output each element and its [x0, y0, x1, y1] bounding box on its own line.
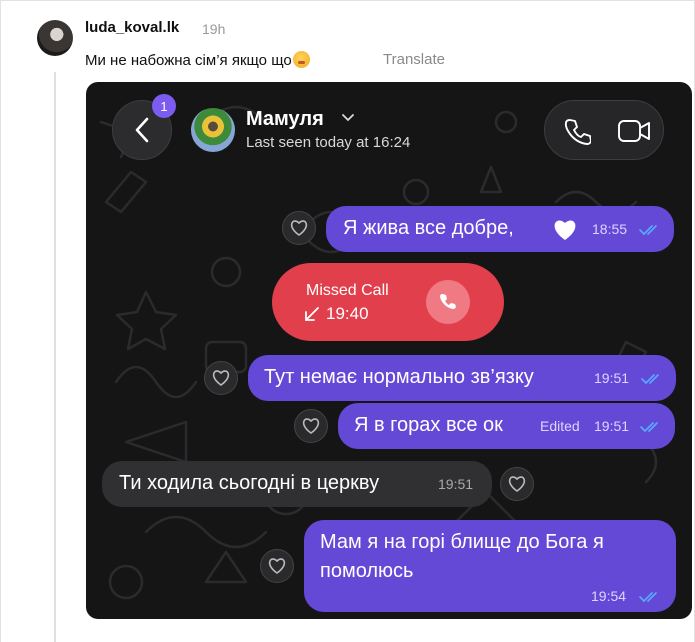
missed-call-time: 19:40	[326, 304, 369, 323]
call-actions-pill	[544, 100, 664, 160]
message-bubble[interactable]: Мам я на горі блище до Бога я помолюсь 1…	[304, 520, 676, 612]
post-timestamp[interactable]: 19h	[202, 21, 225, 37]
frame-left-border	[0, 0, 1, 642]
translate-link[interactable]: Translate	[383, 51, 445, 68]
contact-last-seen-status: Last seen today at 16:24	[246, 134, 411, 151]
message-time: 19:51	[594, 370, 630, 386]
double-check-read-icon	[639, 592, 657, 603]
message-time: 19:54	[591, 588, 627, 604]
double-check-read-icon	[640, 422, 658, 433]
frame-top-border	[0, 0, 695, 1]
contact-avatar[interactable]	[191, 108, 235, 152]
message-text: Тут немає нормально зв’язку	[264, 366, 534, 388]
message-text-line-1: Мам я на горі блище до Бога я	[320, 531, 604, 553]
attached-chat-screenshot[interactable]: 1 Мамуля Last seen today at 16:24 Я жива…	[86, 82, 692, 619]
video-call-icon[interactable]	[617, 118, 651, 144]
phone-call-icon[interactable]	[563, 117, 591, 145]
post-text-content: Ми не набожна сім’я якщо що	[85, 52, 292, 69]
message-time: 19:51	[438, 476, 474, 492]
message-text-line-2: помолюсь	[320, 560, 414, 582]
message-edited-label: Edited	[540, 418, 580, 434]
heart-reaction-button[interactable]	[282, 211, 316, 245]
post-author-avatar[interactable]	[37, 20, 73, 56]
heart-icon	[508, 476, 526, 492]
heart-reaction-button[interactable]	[260, 549, 294, 583]
message-bubble[interactable]: Тут немає нормально зв’язку 19:51	[248, 355, 676, 401]
missed-call-bubble[interactable]: Missed Call 19:40	[272, 263, 504, 341]
missed-call-arrow-icon	[305, 307, 319, 321]
double-check-read-icon	[639, 225, 657, 236]
double-check-read-icon	[641, 374, 659, 385]
message-bubble[interactable]: Я в горах все ок Edited 19:51	[338, 403, 675, 449]
phone-icon	[440, 294, 456, 309]
message-time: 19:51	[594, 418, 630, 434]
chevron-left-icon	[135, 117, 149, 143]
heart-reaction-button[interactable]	[500, 467, 534, 501]
heart-icon	[302, 418, 320, 434]
heart-icon	[212, 370, 230, 386]
heart-reaction-button[interactable]	[204, 361, 238, 395]
message-text: Я жива все добре,	[343, 217, 514, 239]
call-back-button[interactable]	[426, 280, 470, 324]
unread-count-badge: 1	[152, 94, 176, 118]
message-bubble[interactable]: Я жива все добре, 18:55	[326, 206, 674, 252]
message-bubble[interactable]: Ти ходила сьогодні в церкву 19:51	[102, 461, 492, 507]
face-with-hand-over-mouth-emoji-icon	[292, 51, 310, 68]
post-username[interactable]: luda_koval.lk	[85, 19, 179, 36]
heart-icon	[268, 558, 286, 574]
message-text: Я в горах все ок	[354, 414, 503, 436]
heart-icon	[290, 220, 308, 236]
message-text: Ти ходила сьогодні в церкву	[119, 472, 380, 494]
contact-name[interactable]: Мамуля	[246, 108, 324, 131]
thread-line	[54, 72, 56, 642]
missed-call-label: Missed Call	[306, 282, 389, 299]
white-heart-emoji-icon	[554, 220, 576, 240]
heart-reaction-button[interactable]	[294, 409, 328, 443]
chevron-down-icon[interactable]	[342, 114, 354, 122]
message-time: 18:55	[592, 221, 628, 237]
post-text: Ми не набожна сім’я якщо що	[85, 51, 310, 69]
